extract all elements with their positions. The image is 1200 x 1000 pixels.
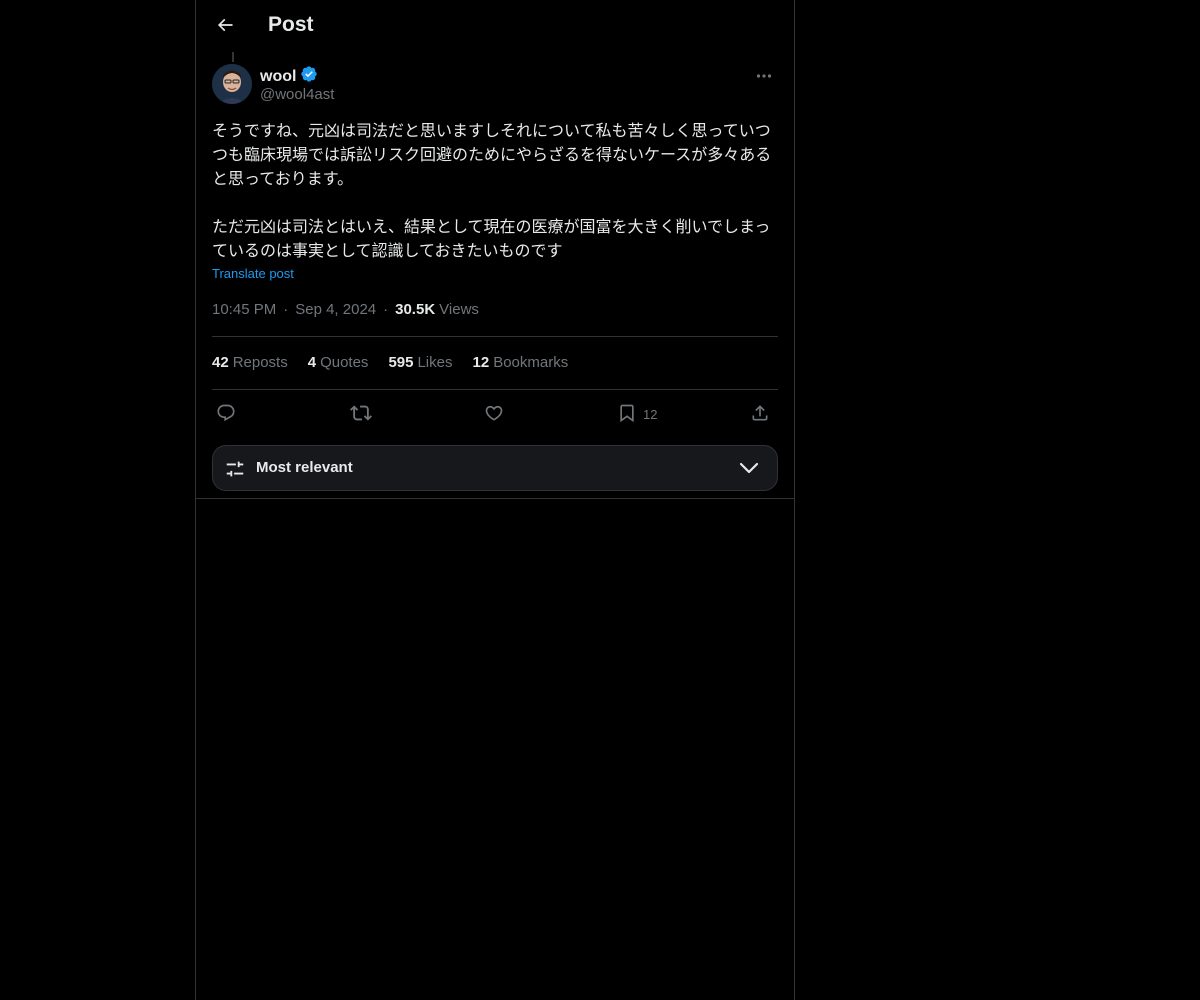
stat-likes[interactable]: 595 Likes — [388, 354, 452, 371]
share-icon — [750, 403, 770, 426]
back-button[interactable] — [208, 10, 242, 44]
repost-button[interactable] — [350, 400, 372, 428]
action-bar: 12 — [212, 400, 778, 428]
bookmark-button[interactable]: 12 — [617, 400, 657, 428]
repost-icon — [350, 402, 372, 427]
post-date[interactable]: Sep 4, 2024 — [295, 301, 376, 318]
translate-post-link[interactable]: Translate post — [212, 266, 294, 281]
sort-label: Most relevant — [256, 459, 353, 476]
stat-bookmarks[interactable]: 12 Bookmarks — [473, 354, 569, 371]
post-column: Post wool @wool4ast そうですね、元凶は司法だと思いますしそれ… — [195, 0, 795, 1000]
reply-button[interactable] — [216, 400, 236, 428]
author-name: wool — [260, 67, 297, 85]
more-horizontal-icon — [756, 66, 772, 84]
meta-separator: · — [383, 301, 389, 318]
stat-quotes[interactable]: 4 Quotes — [308, 354, 369, 371]
divider — [212, 336, 778, 337]
page-title: Post — [268, 13, 314, 36]
more-options-button[interactable] — [750, 64, 778, 86]
engagement-stats: 42 Reposts 4 Quotes 595 Likes 12 Bookmarks — [212, 354, 568, 371]
stat-reposts[interactable]: 42 Reposts — [212, 354, 288, 371]
heart-icon — [484, 403, 504, 426]
post-time[interactable]: 10:45 PM — [212, 301, 276, 318]
bookmark-count: 12 — [643, 406, 658, 422]
chevron-down-icon — [739, 461, 759, 480]
sliders-icon — [224, 458, 246, 485]
bookmark-icon — [617, 403, 637, 426]
like-button[interactable] — [484, 400, 504, 428]
post-meta: 10:45 PM · Sep 4, 2024 · 30.5K Views — [212, 301, 479, 318]
author-row: wool @wool4ast — [212, 64, 778, 106]
verified-badge-icon — [300, 65, 318, 88]
meta-separator: · — [283, 301, 289, 318]
views-label: Views — [439, 301, 479, 318]
divider — [212, 389, 778, 390]
share-button[interactable] — [750, 400, 770, 428]
reply-sort-dropdown[interactable]: Most relevant — [212, 445, 778, 491]
section-divider — [196, 498, 794, 499]
top-bar: Post — [196, 0, 794, 53]
post-text: そうですね、元凶は司法だと思いますしそれについて私も苦々しく思っていつつも臨床現… — [212, 121, 772, 260]
avatar[interactable] — [212, 64, 252, 104]
views-count: 30.5K — [395, 301, 436, 318]
reply-icon — [216, 403, 236, 426]
thread-connector-line — [232, 52, 234, 62]
author-name-row[interactable]: wool — [260, 65, 318, 88]
back-arrow-icon — [215, 15, 235, 40]
author-handle[interactable]: @wool4ast — [260, 86, 334, 103]
